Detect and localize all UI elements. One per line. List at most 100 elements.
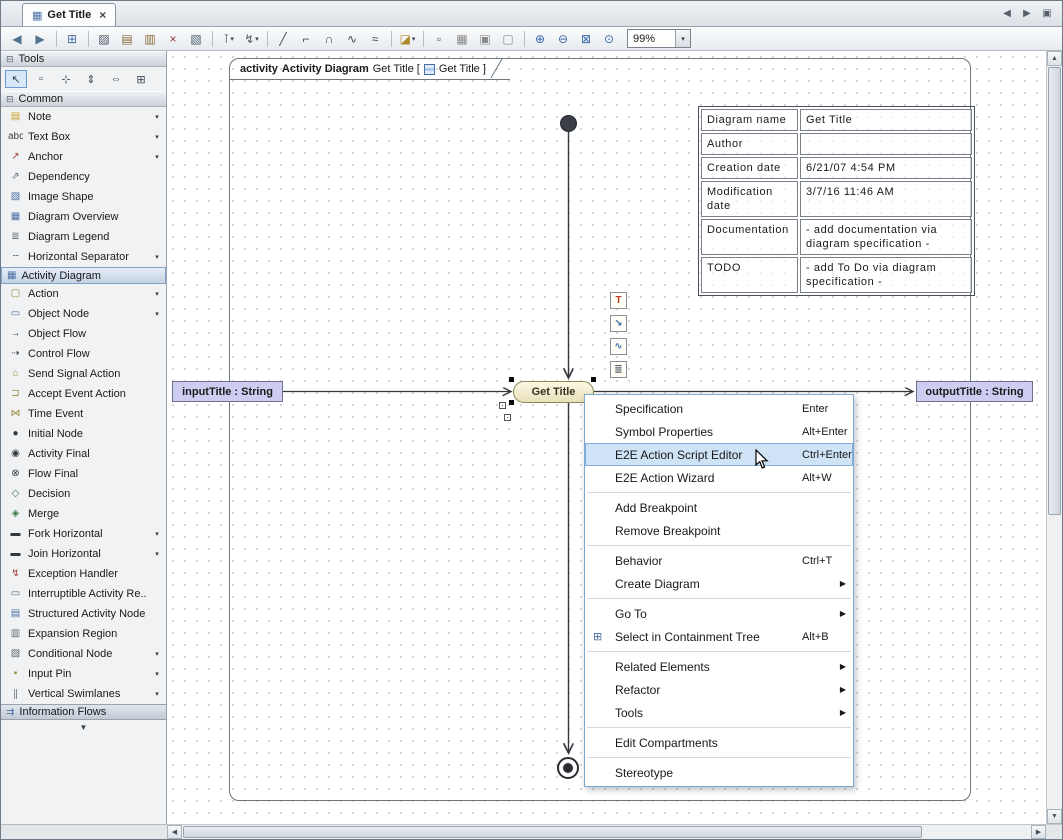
- show-diagram-frame-button[interactable]: ▫: [429, 29, 450, 49]
- palette-input-pin[interactable]: ▪ Input Pin ▾: [1, 664, 166, 684]
- paste-button[interactable]: ▤: [117, 29, 138, 49]
- palette-diagram-overview[interactable]: ▦ Diagram Overview: [1, 207, 166, 227]
- quick-link-button[interactable]: ↯ ▾: [241, 29, 262, 49]
- palette-activity-final[interactable]: ◉ Activity Final: [1, 444, 166, 464]
- diagram-canvas[interactable]: activity Activity Diagram Get Title [ Ge…: [167, 51, 1046, 824]
- delete-button[interactable]: ×: [163, 29, 184, 49]
- palette-scroll-down-button[interactable]: ▼: [1, 720, 166, 734]
- scroll-left-icon[interactable]: ◀: [167, 825, 182, 839]
- zoom-dropdown-icon[interactable]: ▾: [675, 30, 690, 47]
- palette-section-activity-diagram[interactable]: ▦ Activity Diagram: [1, 267, 166, 284]
- palette-merge[interactable]: ◈ Merge: [1, 504, 166, 524]
- zoom-region-button[interactable]: ⊙: [599, 29, 620, 49]
- palette-exception-handler[interactable]: ↯ Exception Handler: [1, 564, 166, 584]
- paste-special-button[interactable]: ▥: [140, 29, 161, 49]
- palette-control-flow[interactable]: ⇢ Control Flow: [1, 344, 166, 364]
- selection-handle[interactable]: [591, 377, 596, 382]
- context-menu-item[interactable]: Behavior Ctrl+T: [585, 549, 853, 572]
- containment-tree-button[interactable]: ⊞: [62, 29, 83, 49]
- context-menu-item[interactable]: Remove Breakpoint: [585, 519, 853, 542]
- palette-structured-activity-node[interactable]: ▤ Structured Activity Node: [1, 604, 166, 624]
- align-tool[interactable]: ⊹: [55, 70, 77, 88]
- previous-diagram-button[interactable]: ◀: [1000, 8, 1014, 19]
- palette-expansion-region[interactable]: ▥ Expansion Region: [1, 624, 166, 644]
- palette-initial-node[interactable]: ● Initial Node: [1, 424, 166, 444]
- palette-action[interactable]: ▢ Action ▾: [1, 284, 166, 304]
- palette-conditional-node[interactable]: ▧ Conditional Node ▾: [1, 644, 166, 664]
- context-menu-item[interactable]: Specification Enter: [585, 397, 853, 420]
- activity-parameter-input[interactable]: inputTitle : String: [172, 381, 283, 402]
- snap-to-grid-button[interactable]: ▣: [475, 29, 496, 49]
- palette-vertical-swimlanes[interactable]: ║ Vertical Swimlanes ▾: [1, 684, 166, 704]
- copy-button[interactable]: ▨: [94, 29, 115, 49]
- close-tab-icon[interactable]: ×: [99, 8, 106, 22]
- tab-get-title[interactable]: ▦ Get Title ×: [22, 3, 116, 26]
- next-diagram-button[interactable]: ▶: [1020, 8, 1034, 19]
- frame-title[interactable]: activity Activity Diagram Get Title [ Ge…: [230, 59, 510, 80]
- palette-section-information-flows[interactable]: ⇉ Information Flows: [1, 704, 166, 720]
- zoom-in-button[interactable]: ⊕: [530, 29, 551, 49]
- pin-handle[interactable]: [504, 414, 511, 421]
- context-menu-item[interactable]: Stereotype: [585, 761, 853, 784]
- context-menu-item[interactable]: ⊞ Select in Containment Tree Alt+B: [585, 625, 853, 648]
- palette-accept-event-action[interactable]: ⊐ Accept Event Action: [1, 384, 166, 404]
- image-export-button[interactable]: ▢: [498, 29, 519, 49]
- draw-path-manipulator[interactable]: ∿: [610, 338, 627, 355]
- context-menu-item[interactable]: Edit Compartments: [585, 731, 853, 754]
- align-shapes-button[interactable]: ⊺ ▾: [218, 29, 239, 49]
- action-get-title[interactable]: Get Title: [513, 381, 594, 403]
- compartments-manipulator[interactable]: ≣: [610, 361, 627, 378]
- palette-anchor[interactable]: ↗ Anchor ▾: [1, 147, 166, 167]
- palette-section-common[interactable]: ⊟ Common: [1, 91, 166, 107]
- palette-time-event[interactable]: ⋈ Time Event: [1, 404, 166, 424]
- show-grid-button[interactable]: ▦: [452, 29, 473, 49]
- oblique-path-button[interactable]: ╱: [273, 29, 294, 49]
- curved-path-button[interactable]: ∩: [319, 29, 340, 49]
- initial-node[interactable]: [560, 115, 577, 132]
- palette-horizontal-separator[interactable]: ╌ Horizontal Separator ▾: [1, 247, 166, 267]
- symbol-appearance-button[interactable]: ◪ ▾: [397, 29, 418, 49]
- back-button[interactable]: ◀: [7, 29, 28, 49]
- selection-handle[interactable]: [509, 377, 514, 382]
- vertical-scrollbar[interactable]: ▲ ▼: [1046, 51, 1062, 824]
- palette-send-signal-action[interactable]: ⌂ Send Signal Action: [1, 364, 166, 384]
- scroll-right-icon[interactable]: ▶: [1031, 825, 1046, 839]
- palette-flow-final[interactable]: ⊗ Flow Final: [1, 464, 166, 484]
- distribute-vertical-tool[interactable]: ⇕: [80, 70, 102, 88]
- palette-note[interactable]: ▤ Note ▾: [1, 107, 166, 127]
- palette-dependency[interactable]: ⇗ Dependency: [1, 167, 166, 187]
- spline-path-button[interactable]: ∿: [342, 29, 363, 49]
- copy-format-button[interactable]: ▧: [186, 29, 207, 49]
- marquee-select-tool[interactable]: ▫: [30, 70, 52, 88]
- activity-parameter-output[interactable]: outputTitle : String: [916, 381, 1033, 402]
- horizontal-scrollbar[interactable]: ◀ ▶: [167, 824, 1046, 839]
- text-tool-manipulator[interactable]: T: [610, 292, 627, 309]
- context-menu-item[interactable]: Go To ▶: [585, 602, 853, 625]
- context-menu-item[interactable]: E2E Action Script Editor Ctrl+Enter: [585, 443, 853, 466]
- zoom-out-button[interactable]: ⊖: [553, 29, 574, 49]
- scroll-up-icon[interactable]: ▲: [1047, 51, 1062, 66]
- palette-fork-horizontal[interactable]: ▬ Fork Horizontal ▾: [1, 524, 166, 544]
- context-menu-item[interactable]: Tools ▶: [585, 701, 853, 724]
- detach-tab-button[interactable]: ▣: [1040, 8, 1054, 19]
- selection-handle[interactable]: [509, 400, 514, 405]
- palette-object-flow[interactable]: → Object Flow: [1, 324, 166, 344]
- forward-button[interactable]: ▶: [30, 29, 51, 49]
- context-menu-item[interactable]: Refactor ▶: [585, 678, 853, 701]
- palette-text-box[interactable]: abc Text Box ▾: [1, 127, 166, 147]
- activity-final-node[interactable]: [557, 757, 579, 779]
- distribute-horizontal-tool[interactable]: ⇔: [105, 70, 127, 88]
- rectilinear-path-button[interactable]: ⌐: [296, 29, 317, 49]
- palette-image-shape[interactable]: ▧ Image Shape: [1, 187, 166, 207]
- palette-section-tools[interactable]: ⊟ Tools: [1, 51, 166, 67]
- context-menu-item[interactable]: Related Elements ▶: [585, 655, 853, 678]
- pin-handle[interactable]: [499, 402, 506, 409]
- context-menu-item[interactable]: E2E Action Wizard Alt+W: [585, 466, 853, 489]
- context-menu-item[interactable]: Symbol Properties Alt+Enter: [585, 420, 853, 443]
- vertical-scroll-thumb[interactable]: [1048, 67, 1061, 515]
- palette-object-node[interactable]: ▭ Object Node ▾: [1, 304, 166, 324]
- zoom-fit-button[interactable]: ⊠: [576, 29, 597, 49]
- palette-decision[interactable]: ◇ Decision: [1, 484, 166, 504]
- palette-interruptible-activity-region[interactable]: ▭ Interruptible Activity Re...: [1, 584, 166, 604]
- layout-tool[interactable]: ⊞: [130, 70, 152, 88]
